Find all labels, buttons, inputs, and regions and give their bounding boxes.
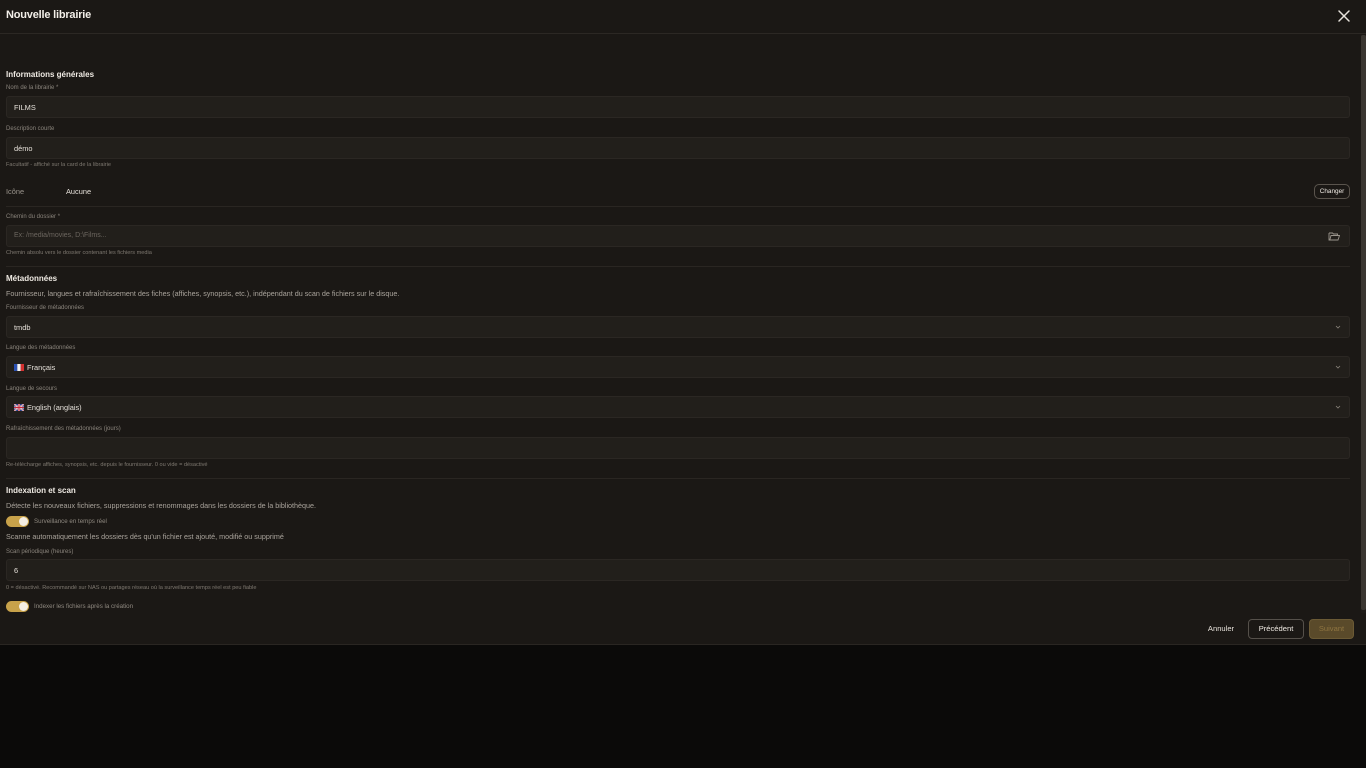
index-after-create-label: Indexer les fichiers après la création <box>34 603 134 610</box>
folder-path-placeholder: Ex: /media/movies, D:\Films... <box>14 232 107 239</box>
chevron-down-icon <box>1335 325 1341 329</box>
flag-fr-icon <box>14 364 24 371</box>
folder-open-icon[interactable] <box>1328 231 1340 241</box>
description-value: démo <box>14 144 33 153</box>
divider <box>6 206 1350 207</box>
description-hint: Facultatif - affiché sur la card de la l… <box>6 162 111 168</box>
fallback-value-wrap: English (anglais) <box>14 403 82 412</box>
flag-uk-icon <box>14 404 24 411</box>
next-button[interactable]: Suivant <box>1309 619 1354 639</box>
new-library-modal: Nouvelle librairie Informations générale… <box>0 0 1366 645</box>
icon-label: Icône <box>6 187 25 196</box>
language-value: Français <box>27 363 56 372</box>
divider <box>6 266 1350 267</box>
path-label: Chemin du dossier * <box>6 214 61 220</box>
folder-path-input[interactable]: Ex: /media/movies, D:\Films... <box>6 225 1350 247</box>
library-name-value: FILMS <box>14 103 36 112</box>
index-after-create-toggle[interactable] <box>6 601 29 612</box>
chevron-down-icon <box>1335 405 1341 409</box>
metadata-description: Fournisseur, langues et rafraîchissement… <box>6 289 400 298</box>
language-select[interactable]: Français <box>6 356 1350 378</box>
refresh-label: Rafraîchissement des métadonnées (jours) <box>6 426 121 432</box>
icon-value: Aucune <box>66 187 92 196</box>
scan-description: Détecte les nouveaux fichiers, suppressi… <box>6 501 317 510</box>
section-title-general: Informations générales <box>6 70 95 79</box>
modal-header: Nouvelle librairie <box>0 0 1366 34</box>
language-label: Langue des métadonnées <box>6 345 76 351</box>
section-title-scan: Indexation et scan <box>6 486 76 495</box>
change-icon-button[interactable]: Changer <box>1314 184 1350 199</box>
modal-title: Nouvelle librairie <box>6 9 92 21</box>
provider-value: tmdb <box>14 323 31 332</box>
path-hint: Chemin absolu vers le dossier contenant … <box>6 250 152 256</box>
provider-select[interactable]: tmdb <box>6 316 1350 338</box>
previous-button[interactable]: Précédent <box>1248 619 1304 639</box>
chevron-down-icon <box>1335 365 1341 369</box>
periodic-scan-value: 6 <box>14 566 19 575</box>
realtime-label: Surveillance en temps réel <box>34 518 107 525</box>
library-name-input[interactable]: FILMS <box>6 96 1350 118</box>
modal-body: Informations générales Nom de la librair… <box>0 35 1366 613</box>
name-label: Nom de la librairie * <box>6 85 59 91</box>
periodic-scan-hint: 0 = désactivé. Recommandé sur NAS ou par… <box>6 585 257 591</box>
scrollbar[interactable] <box>1361 35 1366 613</box>
description-label: Description courte <box>6 126 55 132</box>
divider <box>6 478 1350 479</box>
provider-label: Fournisseur de métadonnées <box>6 305 85 311</box>
realtime-description: Scanne automatiquement les dossiers dès … <box>6 532 284 541</box>
language-value-wrap: Français <box>14 363 55 372</box>
periodic-scan-input[interactable]: 6 <box>6 559 1350 581</box>
toggle-knob <box>19 517 28 526</box>
refresh-hint: Re-télécharge affiches, synopsis, etc. d… <box>6 462 208 468</box>
section-title-metadata: Métadonnées <box>6 274 58 283</box>
description-input[interactable]: démo <box>6 137 1350 159</box>
close-icon[interactable] <box>1336 8 1352 24</box>
realtime-toggle[interactable] <box>6 516 29 527</box>
scroll-thumb[interactable] <box>1361 35 1366 610</box>
fallback-language-label: Langue de secours <box>6 386 58 392</box>
cancel-button[interactable]: Annuler <box>1200 619 1242 639</box>
fallback-language-value: English (anglais) <box>27 403 82 412</box>
refresh-days-input[interactable] <box>6 437 1350 459</box>
toggle-knob <box>19 602 28 611</box>
periodic-scan-label: Scan périodique (heures) <box>6 549 74 555</box>
fallback-language-select[interactable]: English (anglais) <box>6 396 1350 418</box>
